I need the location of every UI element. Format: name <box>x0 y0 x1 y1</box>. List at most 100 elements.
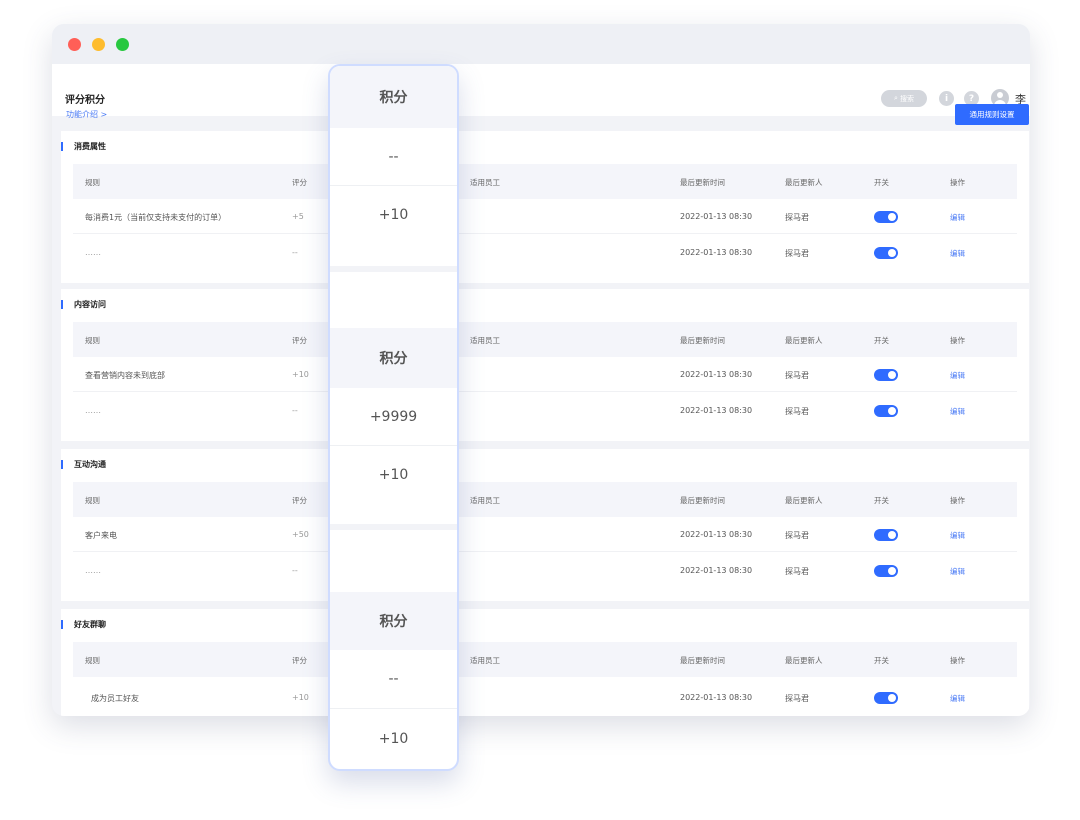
column-header-action: 操作 <box>950 336 965 345</box>
column-header-action: 操作 <box>950 496 965 505</box>
table-row: …… -- 2022-01-13 08:30 探马君 编辑 <box>73 235 1017 270</box>
column-header-switch: 开关 <box>874 496 889 505</box>
section-content-visit: 内容访问 规则 评分 适用员工 最后更新时间 最后更新人 开关 操作 查看营销内… <box>61 289 1029 441</box>
edit-link[interactable]: 编辑 <box>950 566 965 577</box>
score-cell: -- <box>292 566 298 575</box>
window-titlebar <box>52 24 1030 64</box>
group-divider <box>330 266 457 272</box>
rule-cell: 成为员工好友 <box>91 694 139 703</box>
table-header: 规则 评分 适用员工 最后更新时间 最后更新人 开关 操作 <box>73 642 1017 677</box>
close-window-button[interactable] <box>68 38 81 51</box>
page-title: 评分积分 <box>65 95 105 106</box>
edit-link[interactable]: 编辑 <box>950 693 965 704</box>
column-header-switch: 开关 <box>874 656 889 665</box>
column-header-score: 评分 <box>292 336 307 345</box>
rule-switch-toggle[interactable] <box>874 247 898 259</box>
updated-at-cell: 2022-01-13 08:30 <box>680 406 753 415</box>
rule-switch-toggle[interactable] <box>874 565 898 577</box>
section-title: 互动沟通 <box>61 459 106 470</box>
updated-by-cell: 探马君 <box>785 531 809 540</box>
column-header-employee: 适用员工 <box>470 656 500 665</box>
table-row: …… -- 2022-01-13 08:30 探马君 编辑 <box>73 553 1017 588</box>
column-header-score: 评分 <box>292 496 307 505</box>
score-column-header: 积分 <box>330 66 457 128</box>
group-divider <box>330 524 457 530</box>
column-header-updated-at: 最后更新时间 <box>680 336 725 345</box>
updated-at-cell: 2022-01-13 08:30 <box>680 566 753 575</box>
search-button[interactable]: ⌕ 搜索 <box>881 90 927 107</box>
edit-link[interactable]: 编辑 <box>950 370 965 381</box>
column-header-updated-by: 最后更新人 <box>785 336 823 345</box>
updated-at-cell: 2022-01-13 08:30 <box>680 370 753 379</box>
updated-at-cell: 2022-01-13 08:30 <box>680 530 753 539</box>
updated-by-cell: 探马君 <box>785 213 809 222</box>
rule-switch-toggle[interactable] <box>874 211 898 223</box>
column-header-updated-by: 最后更新人 <box>785 496 823 505</box>
updated-by-cell: 探马君 <box>785 567 809 576</box>
column-header-switch: 开关 <box>874 178 889 187</box>
table-row: 成为员工好友 +10 2022-01-13 08:30 探马君 编辑 <box>73 680 1017 715</box>
table-row: 客户来电 +50 2022-01-13 08:30 探马君 编辑 <box>73 517 1017 552</box>
rule-cell: 每消费1元（当前仅支持未支付的订单） <box>85 213 227 222</box>
table-header: 规则 评分 适用员工 最后更新时间 最后更新人 开关 操作 <box>73 322 1017 357</box>
info-icon[interactable]: i <box>939 91 954 106</box>
column-header-updated-by: 最后更新人 <box>785 656 823 665</box>
score-value: -- <box>330 128 457 186</box>
score-value: +10 <box>378 207 409 223</box>
column-header-rule: 规则 <box>85 656 100 665</box>
edit-link[interactable]: 编辑 <box>950 212 965 223</box>
maximize-window-button[interactable] <box>116 38 129 51</box>
table-row: 查看营销内容未到底部 +10 2022-01-13 08:30 探马君 编辑 <box>73 357 1017 392</box>
column-header-action: 操作 <box>950 656 965 665</box>
column-header-updated-at: 最后更新时间 <box>680 656 725 665</box>
table-row: 每消费1元（当前仅支持未支付的订单） +5 2022-01-13 08:30 探… <box>73 199 1017 234</box>
score-cell: +10 <box>292 370 309 379</box>
score-cell: +10 <box>292 693 309 702</box>
edit-link[interactable]: 编辑 <box>950 530 965 541</box>
edit-link[interactable]: 编辑 <box>950 248 965 259</box>
column-header-updated-at: 最后更新时间 <box>680 496 725 505</box>
column-header-action: 操作 <box>950 178 965 187</box>
section-consumption: 消费属性 规则 评分 适用员工 最后更新时间 最后更新人 开关 操作 每消费1元… <box>61 131 1029 283</box>
score-value: +9999 <box>330 388 457 446</box>
rule-switch-toggle[interactable] <box>874 405 898 417</box>
rule-switch-toggle[interactable] <box>874 369 898 381</box>
score-cell: +5 <box>292 212 304 221</box>
app-header: 评分积分 ⌕ 搜索 i ? 李 <box>52 64 1030 116</box>
score-value: +10 <box>378 467 409 483</box>
column-header-updated-by: 最后更新人 <box>785 178 823 187</box>
section-friend-group: 好友群聊 规则 评分 适用员工 最后更新时间 最后更新人 开关 操作 成为员工好… <box>61 609 1029 716</box>
column-header-employee: 适用员工 <box>470 178 500 187</box>
updated-by-cell: 探马君 <box>785 371 809 380</box>
section-interaction: 互动沟通 规则 评分 适用员工 最后更新时间 最后更新人 开关 操作 客户来电 … <box>61 449 1029 601</box>
updated-by-cell: 探马君 <box>785 407 809 416</box>
updated-at-cell: 2022-01-13 08:30 <box>680 248 753 257</box>
score-cell: -- <box>292 248 298 257</box>
column-header-employee: 适用员工 <box>470 336 500 345</box>
score-column-header: 积分 <box>330 328 457 388</box>
rule-switch-toggle[interactable] <box>874 692 898 704</box>
edit-link[interactable]: 编辑 <box>950 406 965 417</box>
feature-intro-link[interactable]: 功能介绍 > <box>66 109 107 120</box>
app-window: 评分积分 ⌕ 搜索 i ? 李 功能介绍 > 通用规则设置 消费属性 规则 评分… <box>52 24 1030 716</box>
minimize-window-button[interactable] <box>92 38 105 51</box>
updated-by-cell: 探马君 <box>785 249 809 258</box>
column-header-score: 评分 <box>292 178 307 187</box>
section-title: 内容访问 <box>61 299 106 310</box>
column-header-rule: 规则 <box>85 336 100 345</box>
column-header-employee: 适用员工 <box>470 496 500 505</box>
column-header-rule: 规则 <box>85 178 100 187</box>
rule-cell: …… <box>85 406 101 415</box>
column-header-updated-at: 最后更新时间 <box>680 178 725 187</box>
column-header-score: 评分 <box>292 656 307 665</box>
table-row: …… -- 2022-01-13 08:30 探马君 编辑 <box>73 393 1017 428</box>
search-label: 搜索 <box>899 94 914 103</box>
rule-cell: …… <box>85 248 101 257</box>
rule-cell: 查看营销内容未到底部 <box>85 371 165 380</box>
score-value: +10 <box>378 731 409 747</box>
updated-at-cell: 2022-01-13 08:30 <box>680 212 753 221</box>
score-column-header: 积分 <box>330 592 457 650</box>
general-rule-settings-button[interactable]: 通用规则设置 <box>955 104 1029 125</box>
score-cell: +50 <box>292 530 309 539</box>
rule-switch-toggle[interactable] <box>874 529 898 541</box>
